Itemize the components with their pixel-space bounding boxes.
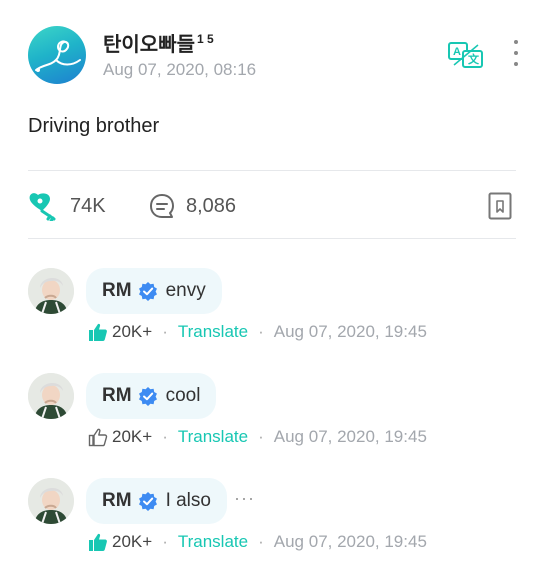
separator-dot: ·	[162, 532, 168, 551]
post-stats: 74K 8,086	[28, 188, 516, 224]
separator-dot: ·	[258, 322, 264, 341]
divider	[28, 238, 516, 239]
comment-text: I also	[165, 490, 211, 511]
verified-badge-icon	[138, 282, 157, 301]
comment-bubble[interactable]: RM I also	[86, 478, 227, 524]
bookmark-icon[interactable]	[488, 192, 512, 220]
comment-like-count: 20K+	[112, 427, 153, 446]
comment-like-count: 20K+	[112, 532, 153, 551]
author-name[interactable]: 탄이오빠들 1 5	[103, 28, 214, 57]
key-heart-icon	[29, 193, 56, 221]
thumbs-up-outline-icon[interactable]	[88, 427, 108, 447]
heart-ribbon-icon	[35, 40, 81, 72]
translate-link[interactable]: Translate	[178, 532, 248, 552]
comment-timestamp: Aug 07, 2020, 19:45	[273, 427, 427, 446]
comment-text: cool	[165, 385, 201, 406]
comment-more-icon[interactable]: ···	[234, 488, 255, 509]
commenter-avatar[interactable]	[28, 478, 74, 524]
translate-link[interactable]: Translate	[178, 427, 248, 447]
comment-author[interactable]: RM	[102, 280, 132, 302]
avatar-portrait-icon	[28, 478, 74, 524]
svg-text:A: A	[453, 46, 461, 58]
thumbs-up-filled-icon[interactable]	[88, 322, 108, 342]
comment-bubble[interactable]: RM envy	[86, 268, 222, 314]
likes-button[interactable]: 74K	[28, 188, 106, 224]
post-header: 탄이오빠들 1 5 Aug 07, 2020, 08:16 A 文	[28, 26, 520, 86]
comments-button[interactable]: 8,086	[148, 188, 236, 224]
separator-dot: ·	[258, 532, 264, 551]
avatar-portrait-icon	[28, 373, 74, 419]
divider	[28, 170, 516, 171]
comments-count: 8,086	[186, 194, 237, 217]
comment-meta: 20K+ · Translate · Aug 07, 2020, 19:45	[88, 320, 427, 344]
comment-text: envy	[165, 280, 206, 301]
separator-dot: ·	[162, 322, 168, 341]
translate-icon[interactable]: A 文	[448, 40, 484, 70]
avatar-portrait-icon	[28, 268, 74, 314]
comment-meta: 20K+ · Translate · Aug 07, 2020, 19:45	[88, 425, 427, 449]
comment-item: RM envy 20K+ · Translate · Aug 07, 2020,…	[28, 268, 516, 364]
comment-author[interactable]: RM	[102, 385, 132, 407]
comment-timestamp: Aug 07, 2020, 19:45	[273, 322, 427, 341]
post-timestamp: Aug 07, 2020, 08:16	[103, 60, 257, 79]
comment-timestamp: Aug 07, 2020, 19:45	[273, 532, 427, 551]
commenter-avatar[interactable]	[28, 373, 74, 419]
author-avatar[interactable]	[28, 26, 86, 84]
comment-author[interactable]: RM	[102, 490, 132, 512]
more-vert-icon[interactable]	[512, 38, 520, 70]
translate-link[interactable]: Translate	[178, 322, 248, 342]
commenter-avatar[interactable]	[28, 268, 74, 314]
post-body: Driving brother	[28, 115, 160, 137]
svg-text:文: 文	[468, 52, 480, 66]
separator-dot: ·	[258, 427, 264, 446]
comment-like-count: 20K+	[112, 322, 153, 341]
chat-bubble-icon	[150, 194, 174, 218]
separator-dot: ·	[162, 427, 168, 446]
author-badge: 1 5	[197, 32, 214, 47]
comment-item: RM I also ··· 20K+ · Translate · Aug 07,…	[28, 478, 516, 574]
thumbs-up-filled-icon[interactable]	[88, 532, 108, 552]
comment-bubble[interactable]: RM cool	[86, 373, 217, 419]
comment-meta: 20K+ · Translate · Aug 07, 2020, 19:45	[88, 530, 427, 554]
verified-badge-icon	[138, 492, 157, 511]
comment-item: RM cool 20K+ · Translate · Aug 07, 2020,…	[28, 373, 516, 469]
verified-badge-icon	[138, 387, 157, 406]
likes-count: 74K	[70, 194, 106, 217]
